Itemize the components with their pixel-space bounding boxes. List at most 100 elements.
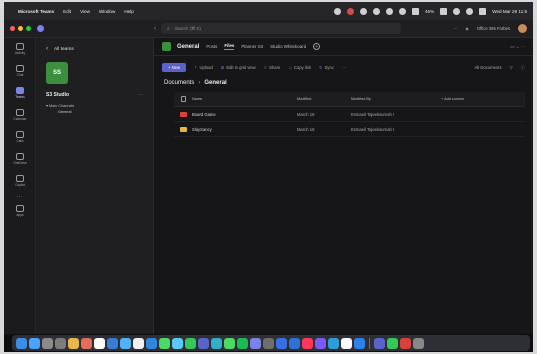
team-panel: ‹ All teams SS S3 Studio ··· ▾ Main Chan… [36,38,154,334]
channel-title: General [177,43,200,50]
copilot-icon[interactable]: ◈ [466,26,469,31]
more-toolbar-button[interactable]: ··· [342,65,346,70]
file-name[interactable]: SlaySancy [192,127,297,132]
file-name[interactable]: Board Game [192,112,297,117]
dock-app-icon[interactable] [374,337,385,349]
dock-app-icon[interactable] [328,337,339,349]
dock-app-icon[interactable] [237,337,248,349]
dock-app-icon[interactable] [16,337,27,349]
tab-planner[interactable]: Planner S3 [241,44,263,49]
menu-help[interactable]: Help [124,9,133,14]
rail-item-calls[interactable]: Calls [4,126,36,148]
menu-app-name[interactable]: Microsoft Teams [18,9,54,14]
rail-item-onedrive[interactable]: OneDrive [4,148,36,170]
tab-posts[interactable]: Posts [206,44,217,49]
org-name[interactable]: Office 365 Forbes [477,26,510,31]
header-name[interactable]: Name [192,97,297,101]
rail-item-activity[interactable]: Activity [4,38,36,60]
header-modified-by[interactable]: Modified By [351,97,441,101]
all-teams-link[interactable]: ‹ All teams [36,38,153,60]
rail-item-chat[interactable]: Chat [4,60,36,82]
dock-app-icon[interactable] [185,337,196,349]
dock-app-icon[interactable] [172,337,183,349]
search-bar[interactable]: ⌕ Search (⌘ E) [161,23,401,34]
file-type-header-icon[interactable] [174,96,192,102]
rail-item-calendar[interactable]: Calendar [4,104,36,126]
new-button[interactable]: + New [162,63,186,72]
more-options-icon[interactable]: ··· [453,26,457,31]
dock-app-icon[interactable] [341,337,352,349]
dock-app-icon[interactable] [302,337,313,349]
dock-app-icon[interactable] [315,337,326,349]
dock-app-icon[interactable] [400,337,411,349]
control-center-icon[interactable] [479,7,487,15]
dock-app-icon[interactable] [159,337,170,349]
meet-and-more-icons[interactable]: ▭ ⌄ ··· [510,44,525,50]
table-row[interactable]: SlaySancy March 18 Esmaeil Tajeeksurnah … [174,122,525,137]
dock-app-icon[interactable] [387,337,398,349]
menu-window[interactable]: Window [99,9,115,14]
breadcrumb-documents[interactable]: Documents [164,80,194,86]
clock[interactable]: Wed Mar 26 11:5 [492,9,527,14]
status-icon[interactable] [385,7,393,15]
dock-app-icon[interactable] [146,337,157,349]
battery-percent[interactable]: 46% [425,9,434,14]
menu-view[interactable]: View [80,9,90,14]
dock-app-icon[interactable] [198,337,209,349]
table-row[interactable]: Board Game March 18 Esmaeil Tajeeksurnah… [174,107,525,122]
share-button[interactable]: ⇪ Share [264,65,281,70]
sync-button[interactable]: ↻ Sync [319,65,334,70]
back-arrow-icon[interactable]: ‹ [154,26,156,32]
dock-app-icon[interactable] [107,337,118,349]
dock-app-icon[interactable] [55,337,66,349]
display-icon[interactable] [411,7,419,15]
channels-header[interactable]: ▾ Main Channels [36,100,153,109]
status-icon[interactable] [372,7,380,15]
share-icon: ⇪ [263,65,268,70]
zoom-window-button[interactable] [26,26,31,31]
record-icon[interactable] [346,7,354,15]
team-more-icon[interactable]: ··· [138,92,143,98]
dock-app-icon[interactable] [263,337,274,349]
dock-app-icon[interactable] [94,337,105,349]
minimize-window-button[interactable] [18,26,23,31]
wifi-icon[interactable] [453,7,461,15]
dock-app-icon[interactable] [42,337,53,349]
status-icon[interactable] [398,7,406,15]
rail-item-teams[interactable]: Teams [4,82,36,104]
avatar[interactable] [518,24,527,33]
add-tab-button[interactable]: + [313,43,321,50]
close-window-button[interactable] [10,26,15,31]
add-column-button[interactable]: + Add column [441,97,464,101]
dock-app-icon[interactable] [224,337,235,349]
dock-app-icon[interactable] [250,337,261,349]
tab-whiteboard[interactable]: Studio Whiteboard [270,44,306,49]
rail-item-apps[interactable]: Apps [4,200,36,222]
battery-icon[interactable] [440,7,448,15]
rail-item-copilot[interactable]: Copilot [4,170,36,192]
channel-item-general[interactable]: General [36,109,153,115]
header-modified[interactable]: Modified [297,97,351,101]
tab-files[interactable]: Files [224,43,235,50]
upload-button[interactable]: ⇡ Upload [194,65,213,70]
dock-app-icon[interactable] [68,337,79,349]
edit-grid-button[interactable]: ⊞ Edit in grid view [221,65,256,70]
dock-app-icon[interactable] [133,337,144,349]
dock-app-icon[interactable] [354,337,365,349]
dock-app-icon[interactable] [276,337,287,349]
dock-app-icon[interactable] [289,337,300,349]
view-selector[interactable]: All Documents [475,65,502,71]
dock-app-icon[interactable] [211,337,222,349]
search-icon[interactable] [466,7,474,15]
info-icon[interactable]: ⓘ [521,65,525,71]
status-icon[interactable] [359,7,367,15]
menu-edit[interactable]: Edit [63,9,71,14]
dock-app-icon[interactable] [120,337,131,349]
status-icon[interactable] [333,7,341,15]
copy-link-button[interactable]: ⊃ Copy link [288,65,311,70]
filter-icon[interactable]: ▽ [510,65,513,71]
dock-app-icon[interactable] [29,337,40,349]
team-name-row[interactable]: S3 Studio ··· [36,84,153,100]
dock-app-icon[interactable] [81,337,92,349]
dock-app-icon[interactable] [413,337,424,349]
